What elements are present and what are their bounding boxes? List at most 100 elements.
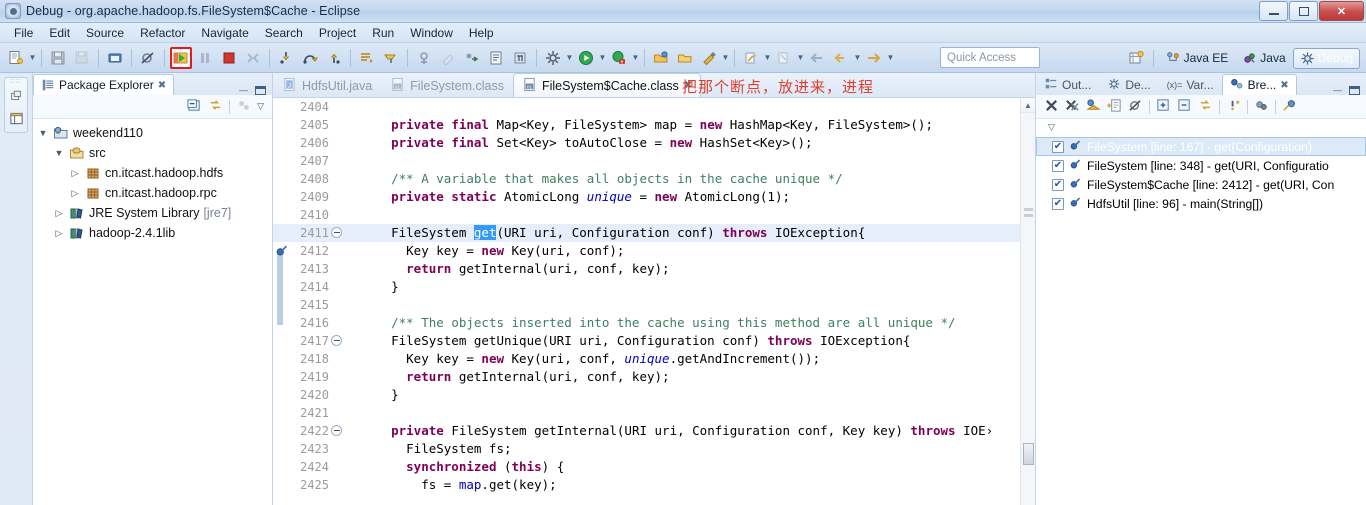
clear-console-button[interactable] [437, 47, 459, 69]
view-menu-icon[interactable]: ▽ [257, 101, 264, 112]
code-line-2416[interactable]: 2416 /** The objects inserted into the c… [273, 314, 1035, 332]
skip-all-breakpoints-button[interactable] [137, 47, 159, 69]
close-icon[interactable]: ✖ [1280, 80, 1288, 91]
breakpoint-working-set-icon[interactable] [1282, 98, 1297, 116]
terminate-button[interactable] [218, 47, 240, 69]
minimize-button[interactable] [1259, 1, 1288, 21]
run-launch-dropdown-icon[interactable]: ▼ [598, 47, 607, 69]
tree-item-hadoop-2-4-1lib[interactable]: ▷ hadoop-2.4.1lib [37, 223, 272, 243]
forward-dropdown-icon[interactable]: ▼ [853, 47, 862, 69]
tree-item-src[interactable]: ▼ src [37, 143, 272, 163]
breakpoint-checkbox[interactable]: ✔ [1052, 197, 1064, 210]
collapse-all-icon[interactable] [1177, 98, 1192, 116]
code-line-2412[interactable]: 2412 Key key = new Key(uri, conf); [273, 242, 1035, 260]
minimize-icon[interactable]: — [239, 85, 248, 95]
maximize-icon[interactable] [1349, 85, 1360, 95]
menu-item-help[interactable]: Help [461, 25, 502, 41]
editor-tab-hdfsutil-java[interactable]: J HdfsUtil.java [273, 73, 381, 97]
external-tools-dropdown-icon[interactable]: ▼ [565, 47, 574, 69]
breakpoint-checkbox[interactable]: ✔ [1052, 140, 1064, 153]
back-button[interactable] [806, 47, 828, 69]
step-into-button[interactable] [275, 47, 297, 69]
code-line-2417[interactable]: 2417 FileSystem getUnique(URI uri, Confi… [273, 332, 1035, 350]
open-type-button[interactable] [674, 47, 696, 69]
new-wizard-dropdown-icon[interactable]: ▼ [28, 47, 37, 69]
tree-item-cn-itcast-hadoop-rpc[interactable]: ▷ cn.itcast.hadoop.rpc [37, 183, 272, 203]
perspective-debug[interactable]: Debug [1292, 47, 1360, 69]
collapse-all-icon[interactable] [187, 98, 202, 116]
editor-tab-filesystem-cache-class[interactable]: 01 FileSystem$Cache.class ✖ [512, 73, 702, 97]
tree-item-jre-system-library[interactable]: ▷ JRE System Library [jre7] [37, 203, 272, 223]
disconnect-button[interactable] [242, 47, 264, 69]
skip-all-breakpoints-icon[interactable] [1128, 98, 1143, 116]
code-line-2407[interactable]: 2407 [273, 152, 1035, 170]
code-line-2425[interactable]: 2425 fs = map.get(key); [273, 476, 1035, 494]
coverage-launch-button[interactable]: e [608, 47, 630, 69]
coverage-launch-dropdown-icon[interactable]: ▼ [631, 47, 640, 69]
editor-tab-filesystem-class[interactable]: 01 FileSystem.class [381, 73, 513, 97]
rail-grip[interactable]: :::: [5, 78, 27, 85]
step-return-button[interactable] [323, 47, 345, 69]
tab-package-explorer[interactable]: Package Explorer ✖ [33, 74, 175, 95]
menu-item-source[interactable]: Source [78, 25, 132, 41]
previous-annotation-button[interactable] [773, 47, 795, 69]
code-line-2409[interactable]: 2409 private static AtomicLong unique = … [273, 188, 1035, 206]
breakpoint-checkbox[interactable]: ✔ [1052, 159, 1064, 172]
next-annotation-button[interactable] [740, 47, 762, 69]
menu-item-search[interactable]: Search [257, 25, 311, 41]
code-line-2410[interactable]: 2410 [273, 206, 1035, 224]
remove-breakpoint-icon[interactable] [1044, 98, 1059, 116]
add-java-exception-breakpoint-icon[interactable] [1226, 98, 1241, 116]
menu-item-window[interactable]: Window [402, 25, 461, 41]
task-list-button[interactable] [485, 47, 507, 69]
suspend-button[interactable] [194, 47, 216, 69]
code-fold-toggle-icon[interactable] [331, 227, 342, 238]
quick-access-input[interactable]: Quick Access [940, 47, 1040, 68]
perspective-java[interactable]: Java [1235, 48, 1292, 69]
menu-item-refactor[interactable]: Refactor [132, 25, 193, 41]
twisty-collapsed-icon[interactable]: ▷ [69, 168, 81, 179]
next-task-button[interactable] [461, 47, 483, 69]
next-annotation-dropdown-icon[interactable]: ▼ [763, 47, 772, 69]
focus-on-active-task-icon[interactable] [236, 98, 251, 116]
view-tab-de-[interactable]: De... [1099, 74, 1158, 95]
instruction-stepping-button[interactable] [413, 47, 435, 69]
editor-vertical-scrollbar[interactable]: ▲ [1020, 98, 1035, 505]
twisty-collapsed-icon[interactable]: ▷ [69, 188, 81, 199]
view-tab-var-[interactable]: (x)= Var... [1159, 74, 1222, 95]
menu-item-file[interactable]: File [6, 25, 41, 41]
new-java-project-button[interactable] [650, 47, 672, 69]
external-tools-button[interactable] [542, 47, 564, 69]
new-wizard-button[interactable] [5, 47, 27, 69]
restore-icon[interactable] [5, 85, 27, 107]
step-over-button[interactable] [299, 47, 321, 69]
tree-item-weekend110[interactable]: ▼ weekend110 [37, 123, 272, 143]
link-with-debug-view-icon[interactable] [1086, 98, 1101, 116]
run-launch-button[interactable] [575, 47, 597, 69]
twisty-expanded-icon[interactable]: ▼ [37, 128, 49, 138]
code-line-2406[interactable]: 2406 private final Set<Key> toAutoClose … [273, 134, 1035, 152]
maximize-icon[interactable] [255, 85, 266, 95]
code-line-2424[interactable]: 2424 synchronized (this) { [273, 458, 1035, 476]
twisty-expanded-icon[interactable]: ▼ [53, 148, 65, 158]
working-sets-icon[interactable] [1254, 98, 1269, 116]
next-edit-dropdown-icon[interactable]: ▼ [886, 47, 895, 69]
code-editor[interactable]: 2404 2405 private final Map<Key, FileSyst… [273, 98, 1035, 505]
code-fold-toggle-icon[interactable] [331, 425, 342, 436]
tree-item-cn-itcast-hadoop-hdfs[interactable]: ▷ cn.itcast.hadoop.hdfs [37, 163, 272, 183]
search-dropdown-icon[interactable]: ▼ [721, 47, 730, 69]
code-line-2405[interactable]: 2405 private final Map<Key, FileSystem> … [273, 116, 1035, 134]
print-button[interactable] [104, 47, 126, 69]
save-all-button[interactable] [71, 47, 93, 69]
show-breakpoints-supported-icon[interactable] [1106, 98, 1122, 116]
minimize-icon[interactable]: — [1333, 85, 1342, 95]
toggle-watchpoints-button[interactable] [380, 47, 402, 69]
code-line-2422[interactable]: 2422 private FileSystem getInternal(URI … [273, 422, 1035, 440]
scroll-up-arrow[interactable]: ▲ [1021, 98, 1035, 113]
display-view-button[interactable] [356, 47, 378, 69]
code-line-2418[interactable]: 2418 Key key = new Key(uri, conf, unique… [273, 350, 1035, 368]
menu-item-navigate[interactable]: Navigate [193, 25, 256, 41]
breakpoint-row[interactable]: ✔ HdfsUtil [line: 96] - main(String[]) [1036, 194, 1366, 213]
remove-all-breakpoints-icon[interactable] [1065, 98, 1080, 116]
code-line-2420[interactable]: 2420 } [273, 386, 1035, 404]
